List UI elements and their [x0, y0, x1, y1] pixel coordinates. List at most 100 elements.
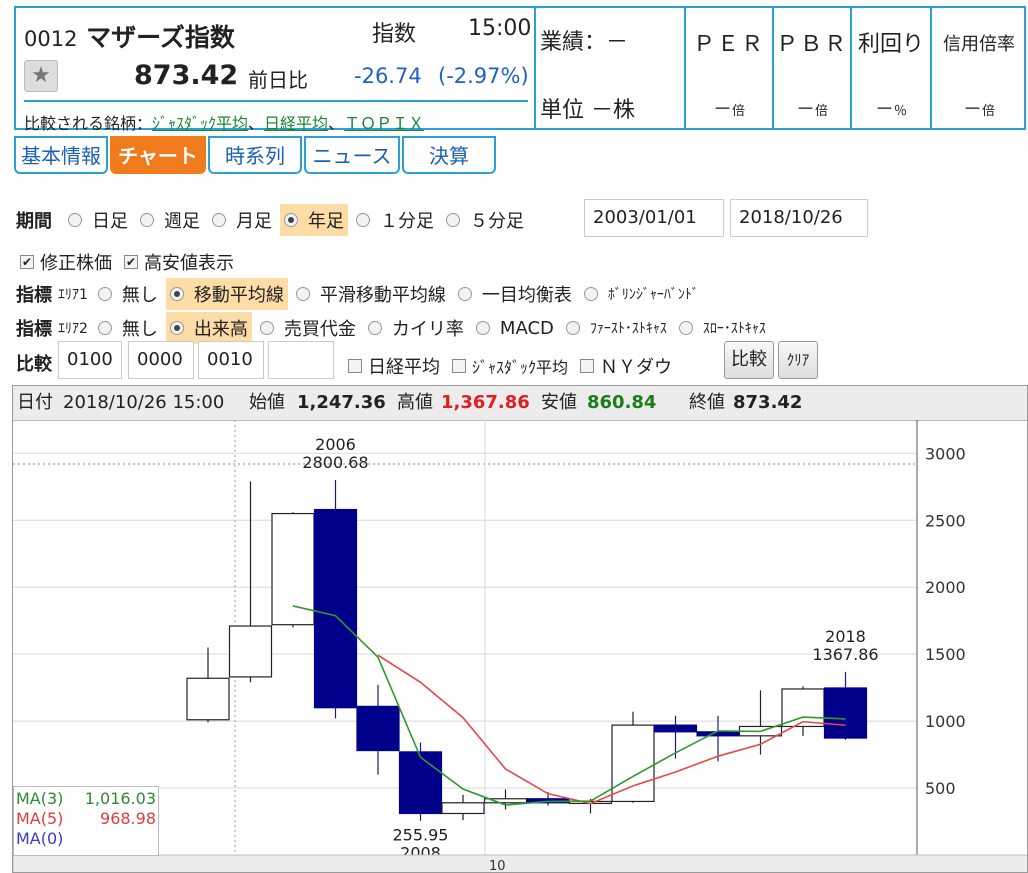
- area2-trading-value[interactable]: 売買代金: [256, 312, 360, 344]
- tab-chart[interactable]: チャート: [110, 136, 206, 174]
- date-to-input[interactable]: 2018/10/26: [730, 199, 868, 237]
- adjusted-price-checkbox[interactable]: ✔ 修正株価: [16, 246, 116, 278]
- favorite-star-icon[interactable]: ★: [24, 60, 58, 92]
- period-daily[interactable]: 日足: [64, 204, 132, 236]
- clear-button[interactable]: ｸﾘｱ: [778, 341, 818, 379]
- compare-link-jasdaq[interactable]: ｼﾞｬｽﾀﾞｯｸ平均: [152, 114, 248, 133]
- date-from-input[interactable]: 2003/01/01: [584, 199, 724, 237]
- compare-link-nikkei[interactable]: 日経平均: [264, 114, 328, 133]
- y-tick-label-2500: 2500: [925, 511, 966, 530]
- y-tick-label-500: 500: [925, 779, 956, 798]
- period-monthly-label: 月足: [236, 211, 272, 232]
- ma-legend-item-0: MA(0): [16, 829, 156, 848]
- y-tick-label-3000: 3000: [925, 444, 966, 463]
- area1-none[interactable]: 無し: [94, 278, 162, 310]
- area1-bollinger[interactable]: ﾎﾞﾘﾝｼﾞｬｰﾊﾞﾝﾄﾞ: [580, 281, 703, 307]
- per-title: ＰＥＲ: [692, 32, 765, 57]
- radio-icon: [140, 213, 154, 227]
- indicator-label: 指標: [16, 319, 52, 340]
- candle-body-2004: [228, 625, 273, 678]
- compare-nikkei-checkbox[interactable]: 日経平均: [344, 350, 444, 382]
- period-5min[interactable]: ５分足: [442, 204, 528, 236]
- indicator-label: 指標: [16, 285, 52, 306]
- area1-moving-average[interactable]: 移動平均線: [165, 278, 288, 310]
- period-yearly[interactable]: 年足: [280, 204, 348, 236]
- compare-jasdaq-checkbox[interactable]: ｼﾞｬｽﾀﾞｯｸ平均: [448, 351, 572, 381]
- margin-ratio-unit: 倍: [982, 104, 996, 119]
- info-close-value: 873.42: [733, 392, 803, 413]
- options-row: ✔ 修正株価 ✔ 高安値表示: [16, 246, 242, 278]
- y-tick-label-1500: 1500: [925, 645, 966, 664]
- yield-unit: ％: [894, 104, 908, 119]
- period-yearly-label: 年足: [308, 211, 344, 232]
- tab-financials[interactable]: 決算: [402, 136, 496, 174]
- info-low-label: 安値: [541, 392, 577, 413]
- period-1min[interactable]: １分足: [352, 204, 438, 236]
- candle-body-2005: [271, 512, 315, 626]
- info-date: 2018/10/26 15:00: [63, 392, 225, 413]
- compare-row: 比較: [16, 350, 64, 376]
- period-label: 期間: [16, 211, 52, 232]
- chart-annotations: 20062800.68255.95200820181367.86: [302, 435, 878, 863]
- prev-day-label: 前日比: [248, 68, 308, 92]
- area2-none[interactable]: 無し: [94, 312, 162, 344]
- period-daily-label: 日足: [92, 211, 128, 232]
- area2-macd-label: MACD: [499, 317, 554, 339]
- area2-slow-stochastics-label: ｽﾛｰ･ｽﾄｷｬｽ: [702, 321, 766, 337]
- compare-code-input-3[interactable]: 0010: [198, 341, 264, 379]
- high-low-checkbox[interactable]: ✔ 高安値表示: [120, 246, 238, 278]
- tab-timeseries[interactable]: 時系列: [208, 136, 302, 174]
- period-weekly-label: 週足: [164, 211, 200, 232]
- tab-news[interactable]: ニュース: [304, 136, 400, 174]
- ma-legend: MA(3) 1,016.03 MA(5) 968.98 MA(0): [13, 786, 159, 856]
- area2-volume[interactable]: 出来高: [165, 312, 252, 344]
- area1-smoothed-ma[interactable]: 平滑移動平均線: [292, 278, 450, 310]
- info-high: 1,367.86: [441, 386, 530, 420]
- compare-link-topix[interactable]: ＴＯＰＩＸ: [344, 114, 424, 133]
- compare-stocks: 比較される銘柄：ｼﾞｬｽﾀﾞｯｸ平均、日経平均、ＴＯＰＩＸ: [24, 114, 425, 133]
- stock-summary: 0012 マザーズ指数 指数 15:00 ★ 873.42 前日比 -26.74…: [16, 8, 536, 133]
- radio-icon: [295, 287, 310, 301]
- area1-moving-average-label: 移動平均線: [193, 285, 284, 306]
- radio-icon: [583, 287, 598, 301]
- compare-jasdaq-label: ｼﾞｬｽﾀﾞｯｸ平均: [472, 358, 569, 377]
- area2-macd[interactable]: MACD: [472, 315, 558, 342]
- annotation-value-2008: 255.95: [393, 826, 449, 845]
- chart-ma-lines: [292, 605, 846, 806]
- candle-body-2008: [398, 751, 443, 815]
- ma-legend-item-5: MA(5) 968.98: [16, 809, 156, 828]
- stock-name: マザーズ指数: [86, 23, 235, 52]
- price-change: -26.74: [354, 64, 422, 88]
- area2-fast-stochastics[interactable]: ﾌｧｰｽﾄ･ｽﾄｷｬｽ: [562, 315, 671, 341]
- compare-nikkei-label: 日経平均: [368, 357, 440, 378]
- area2-deviation-label: カイリ率: [391, 319, 464, 340]
- margin-ratio-column: 信用倍率 －倍: [930, 8, 1026, 128]
- yield-value-text: －: [874, 98, 894, 120]
- stock-time: 15:00: [468, 16, 532, 41]
- tab-basic-info[interactable]: 基本情報: [14, 136, 108, 174]
- compare-button[interactable]: 比較: [724, 341, 774, 379]
- candle-body-2013: [611, 724, 655, 803]
- stock-code-value: 0012: [24, 27, 78, 51]
- area1-ichimoku[interactable]: 一目均衡表: [454, 278, 576, 310]
- compare-code-input-4[interactable]: [268, 341, 334, 379]
- period-weekly[interactable]: 週足: [136, 204, 204, 236]
- area2-none-label: 無し: [121, 319, 158, 340]
- period-monthly[interactable]: 月足: [208, 204, 276, 236]
- candlestick-chart: 日付 2018/10/26 15:00 始値 1,247.36 高値 1,367…: [12, 385, 1028, 873]
- y-tick-label-1000: 1000: [925, 712, 966, 731]
- indicator-area1-row: 指標 ｴﾘｱ1 無し 移動平均線 平滑移動平均線 一目均衡表 ﾎﾞﾘﾝｼﾞｬｰﾊ…: [16, 278, 707, 310]
- compare-code-input-1[interactable]: 0100: [58, 341, 122, 379]
- ma-legend-item-3: MA(3) 1,016.03: [16, 789, 156, 808]
- period-row: 期間 日足 週足 月足 年足 １分足 ５分足: [16, 204, 532, 236]
- compare-nydow-checkbox[interactable]: ＮＹダウ: [576, 350, 676, 382]
- area2-deviation[interactable]: カイリ率: [364, 312, 468, 344]
- info-open-label: 始値: [249, 392, 285, 413]
- area2-volume-label: 出来高: [193, 319, 248, 340]
- area1-label: ｴﾘｱ1: [58, 287, 88, 303]
- ma5-label: MA(5): [16, 809, 64, 828]
- area2-slow-stochastics[interactable]: ｽﾛｰ･ｽﾄｷｬｽ: [675, 315, 770, 341]
- compare-stocks-label: 比較される銘柄：: [24, 114, 153, 133]
- pbr-column: ＰＢＲ －倍: [772, 8, 850, 128]
- compare-code-input-2[interactable]: 0000: [128, 341, 194, 379]
